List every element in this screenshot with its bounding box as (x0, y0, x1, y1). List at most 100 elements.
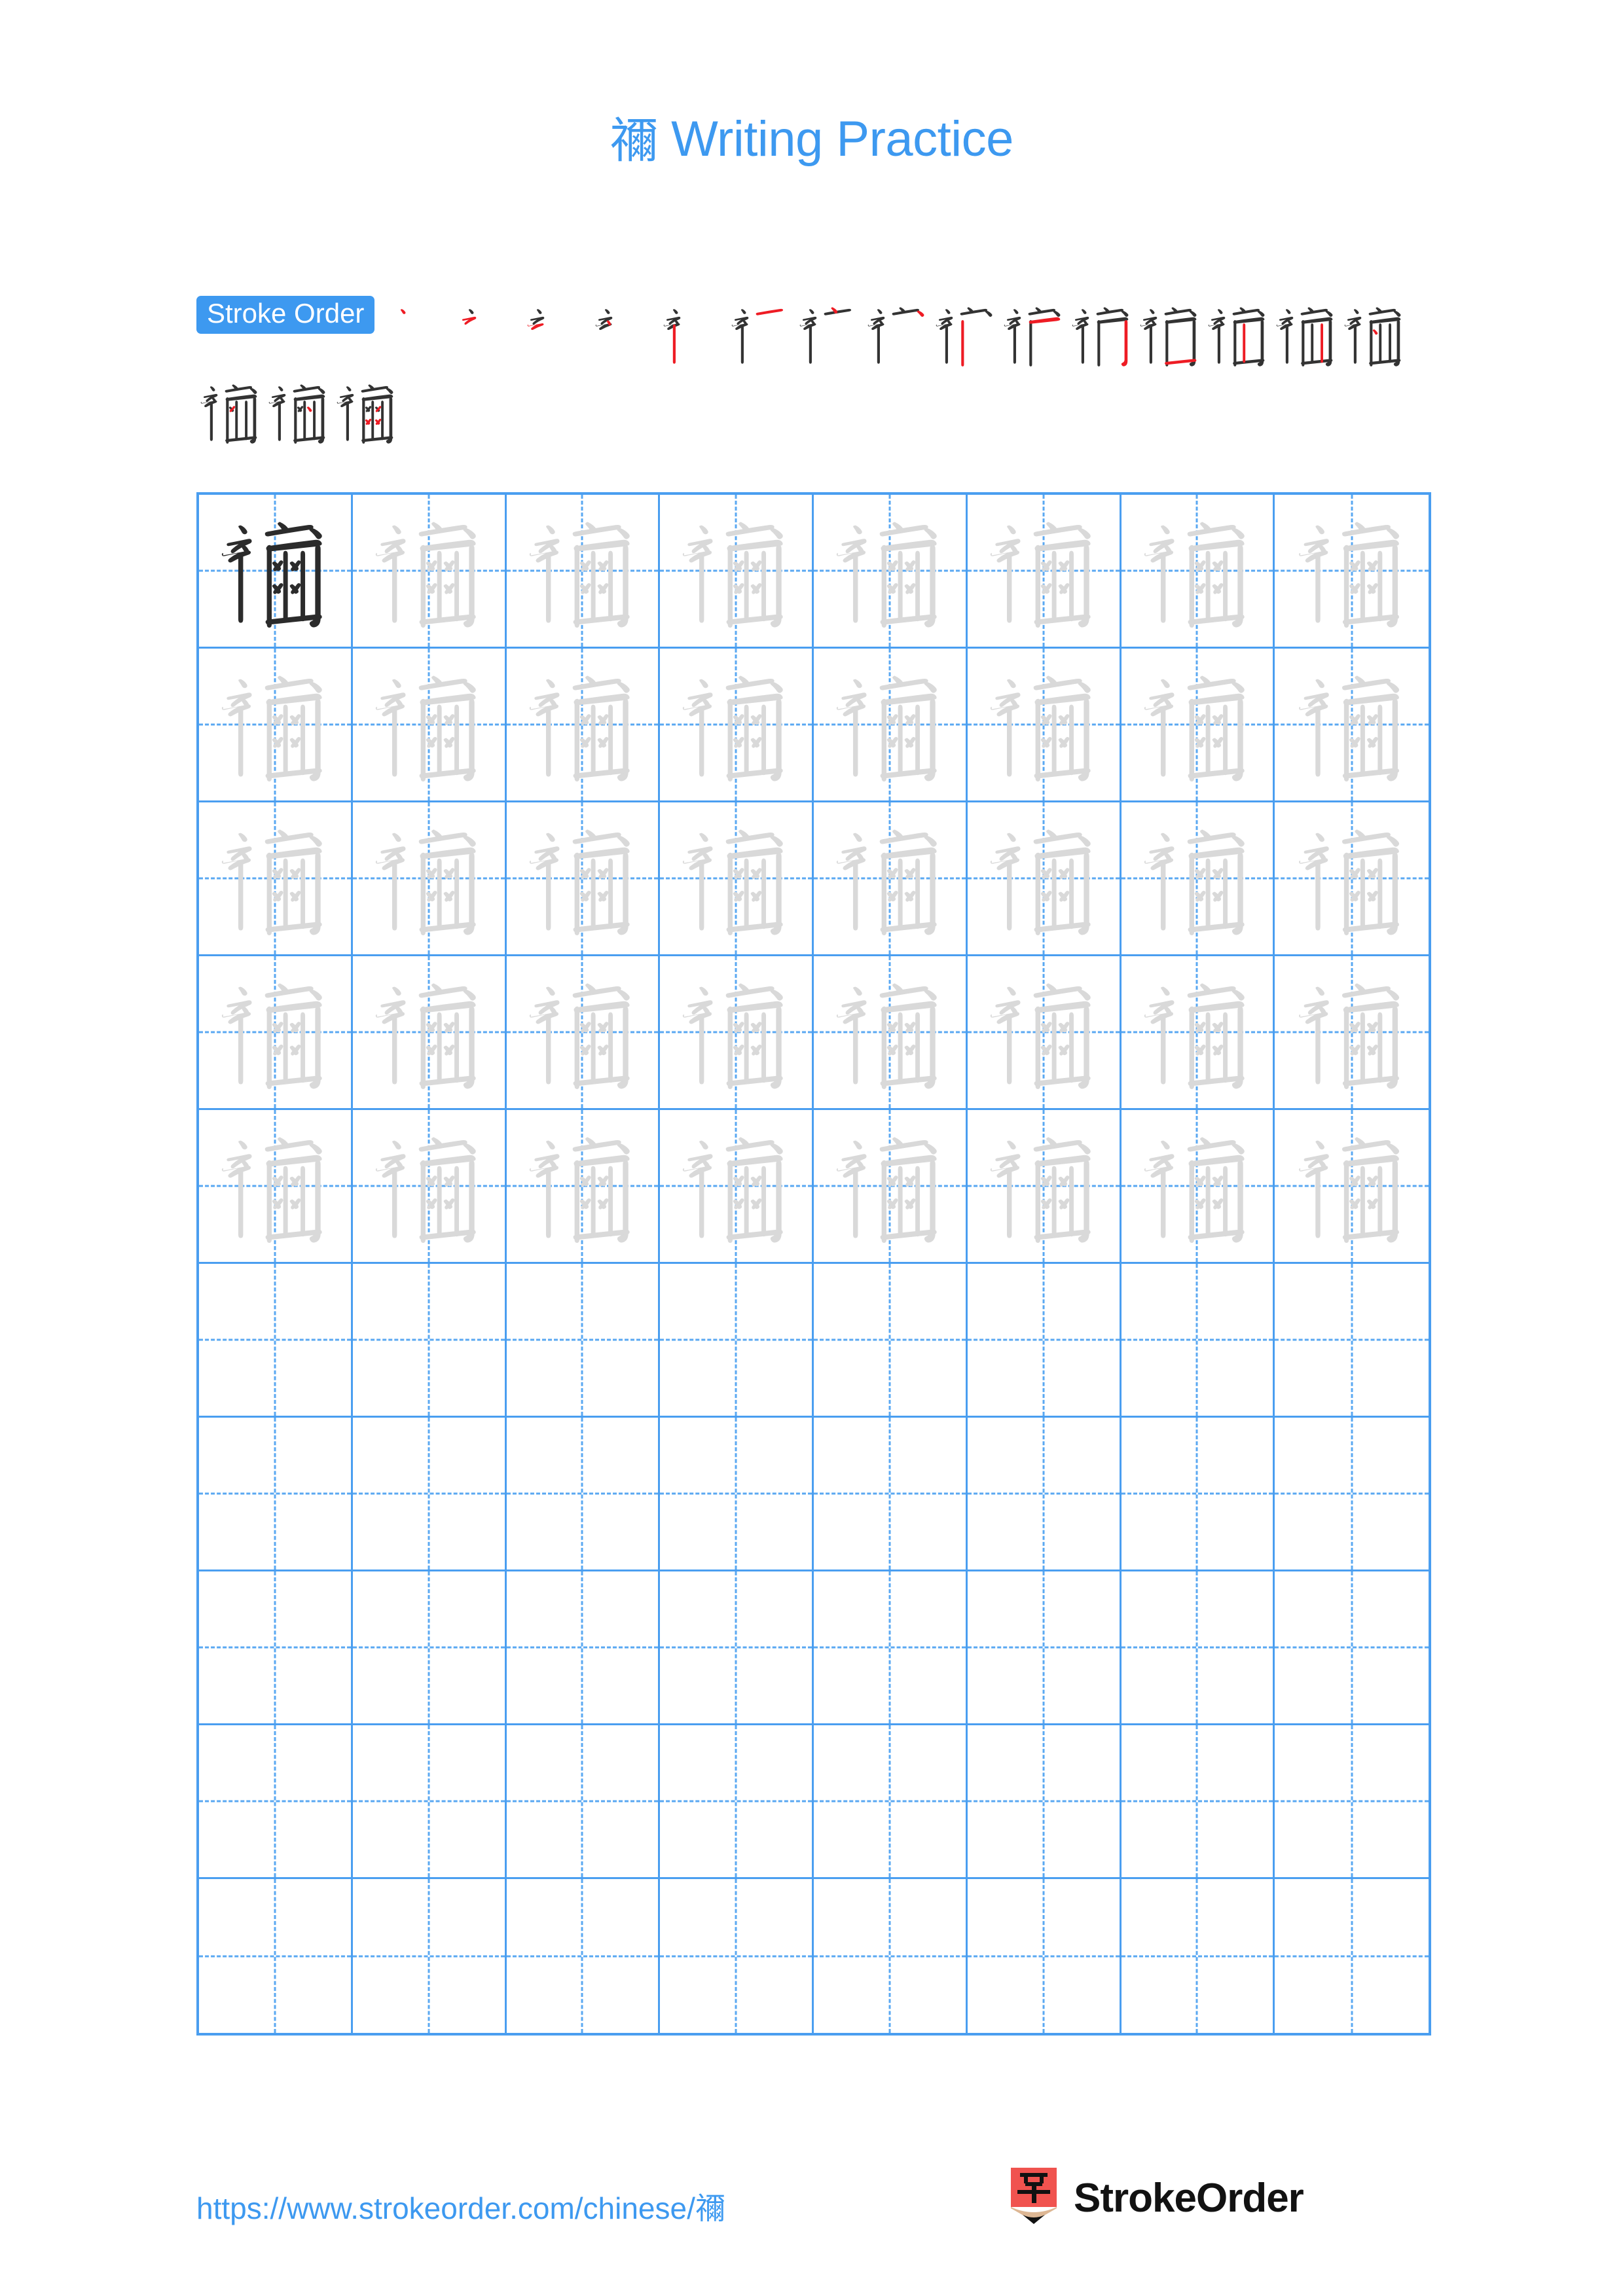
trace-character (660, 802, 812, 954)
practice-cell-r9-c6[interactable] (967, 1725, 1122, 1879)
practice-cell-r10-c2[interactable] (353, 1879, 507, 2033)
practice-cell-r4-c8[interactable] (1275, 956, 1429, 1110)
practice-cell-r5-c6[interactable] (967, 1110, 1122, 1264)
trace-character (199, 802, 351, 954)
practice-cell-r7-c6[interactable] (967, 1418, 1122, 1571)
stroke-step-18 (333, 373, 401, 450)
practice-cell-r10-c1[interactable] (199, 1879, 353, 2033)
practice-cell-r3-c5[interactable] (814, 802, 968, 956)
practice-cell-r8-c5[interactable] (814, 1571, 968, 1725)
practice-cell-r2-c4[interactable] (660, 649, 814, 802)
practice-cell-r10-c5[interactable] (814, 1879, 968, 2033)
stroke-step-6 (727, 296, 795, 373)
practice-cell-r3-c1[interactable] (199, 802, 353, 956)
practice-cell-r3-c8[interactable] (1275, 802, 1429, 956)
practice-cell-r7-c8[interactable] (1275, 1418, 1429, 1571)
trace-character (660, 495, 812, 647)
practice-cell-r6-c6[interactable] (967, 1264, 1122, 1418)
practice-cell-r3-c7[interactable] (1121, 802, 1275, 956)
practice-cell-r3-c3[interactable] (506, 802, 661, 956)
practice-cell-r10-c7[interactable] (1122, 1879, 1275, 2033)
practice-cell-r6-c7[interactable] (1121, 1264, 1275, 1418)
practice-cell-r9-c3[interactable] (506, 1725, 661, 1879)
practice-cell-r8-c3[interactable] (506, 1571, 661, 1725)
trace-character (507, 956, 659, 1108)
practice-cell-r9-c7[interactable] (1121, 1725, 1275, 1879)
practice-cell-r8-c6[interactable] (967, 1571, 1122, 1725)
practice-cell-r8-c8[interactable] (1275, 1571, 1429, 1725)
practice-cell-r2-c8[interactable] (1275, 649, 1429, 802)
practice-cell-r10-c4[interactable] (660, 1879, 814, 2033)
trace-character (199, 649, 351, 800)
practice-cell-r1-c6[interactable] (967, 495, 1122, 649)
practice-cell-r1-c4[interactable] (660, 495, 814, 649)
stroke-step-11 (1068, 296, 1136, 373)
stroke-step-13 (1204, 296, 1272, 373)
practice-cell-r1-c8[interactable] (1275, 495, 1429, 649)
practice-cell-r8-c4[interactable] (660, 1571, 814, 1725)
practice-cell-r5-c8[interactable] (1275, 1110, 1429, 1264)
practice-cell-r7-c4[interactable] (660, 1418, 814, 1571)
practice-cell-r4-c3[interactable] (506, 956, 661, 1110)
practice-cell-r4-c2[interactable] (352, 956, 507, 1110)
trace-character (1122, 956, 1273, 1108)
practice-cell-r2-c7[interactable] (1121, 649, 1275, 802)
practice-cell-r10-c6[interactable] (968, 1879, 1122, 2033)
practice-cell-r8-c7[interactable] (1121, 1571, 1275, 1725)
practice-cell-r4-c1[interactable] (199, 956, 353, 1110)
practice-cell-r4-c5[interactable] (814, 956, 968, 1110)
brand-logo[interactable]: StrokeOrder (1008, 2166, 1304, 2229)
practice-cell-r6-c5[interactable] (814, 1264, 968, 1418)
practice-cell-r6-c1[interactable] (199, 1264, 353, 1418)
stroke-step-9 (932, 296, 1000, 373)
practice-cell-r6-c2[interactable] (352, 1264, 507, 1418)
practice-cell-r10-c3[interactable] (507, 1879, 661, 2033)
stroke-step-2 (455, 296, 523, 373)
practice-cell-r1-c3[interactable] (506, 495, 661, 649)
practice-cell-r8-c1[interactable] (199, 1571, 353, 1725)
practice-cell-r9-c4[interactable] (660, 1725, 814, 1879)
practice-cell-r7-c5[interactable] (814, 1418, 968, 1571)
practice-cell-r1-c5[interactable] (814, 495, 968, 649)
practice-cell-r5-c2[interactable] (352, 1110, 507, 1264)
footer-url[interactable]: https://www.strokeorder.com/chinese/禰 (196, 2185, 725, 2228)
practice-cell-r2-c3[interactable] (506, 649, 661, 802)
practice-cell-r3-c6[interactable] (967, 802, 1122, 956)
pencil-logo-icon (1011, 2168, 1057, 2224)
practice-cell-r3-c4[interactable] (660, 802, 814, 956)
practice-cell-r1-c1[interactable] (199, 495, 353, 649)
practice-cell-r2-c6[interactable] (967, 649, 1122, 802)
practice-cell-r7-c2[interactable] (352, 1418, 507, 1571)
practice-cell-r5-c4[interactable] (660, 1110, 814, 1264)
practice-cell-r2-c5[interactable] (814, 649, 968, 802)
practice-cell-r6-c4[interactable] (660, 1264, 814, 1418)
practice-cell-r9-c5[interactable] (814, 1725, 968, 1879)
trace-character (1122, 1110, 1273, 1262)
practice-cell-r9-c8[interactable] (1275, 1725, 1429, 1879)
practice-cell-r5-c3[interactable] (506, 1110, 661, 1264)
practice-cell-r2-c2[interactable] (352, 649, 507, 802)
practice-cell-r6-c3[interactable] (506, 1264, 661, 1418)
practice-cell-r9-c2[interactable] (352, 1725, 507, 1879)
stroke-step-16 (196, 373, 264, 450)
practice-cell-r7-c3[interactable] (506, 1418, 661, 1571)
practice-cell-r4-c4[interactable] (660, 956, 814, 1110)
practice-cell-r10-c8[interactable] (1275, 1879, 1429, 2033)
practice-cell-r3-c2[interactable] (352, 802, 507, 956)
practice-cell-r9-c1[interactable] (199, 1725, 353, 1879)
practice-cell-r1-c7[interactable] (1121, 495, 1275, 649)
practice-cell-r7-c1[interactable] (199, 1418, 353, 1571)
practice-cell-r6-c8[interactable] (1275, 1264, 1429, 1418)
practice-cell-r7-c7[interactable] (1121, 1418, 1275, 1571)
practice-cell-r4-c7[interactable] (1121, 956, 1275, 1110)
practice-cell-r5-c5[interactable] (814, 1110, 968, 1264)
practice-cell-r2-c1[interactable] (199, 649, 353, 802)
trace-character (1275, 1110, 1429, 1262)
practice-cell-r4-c6[interactable] (967, 956, 1122, 1110)
stroke-step-7 (795, 296, 864, 373)
practice-cell-r8-c2[interactable] (352, 1571, 507, 1725)
practice-cell-r1-c2[interactable] (352, 495, 507, 649)
practice-cell-r5-c7[interactable] (1121, 1110, 1275, 1264)
footer-url-prefix: https://www.strokeorder.com/chinese/ (196, 2191, 695, 2225)
practice-cell-r5-c1[interactable] (199, 1110, 353, 1264)
